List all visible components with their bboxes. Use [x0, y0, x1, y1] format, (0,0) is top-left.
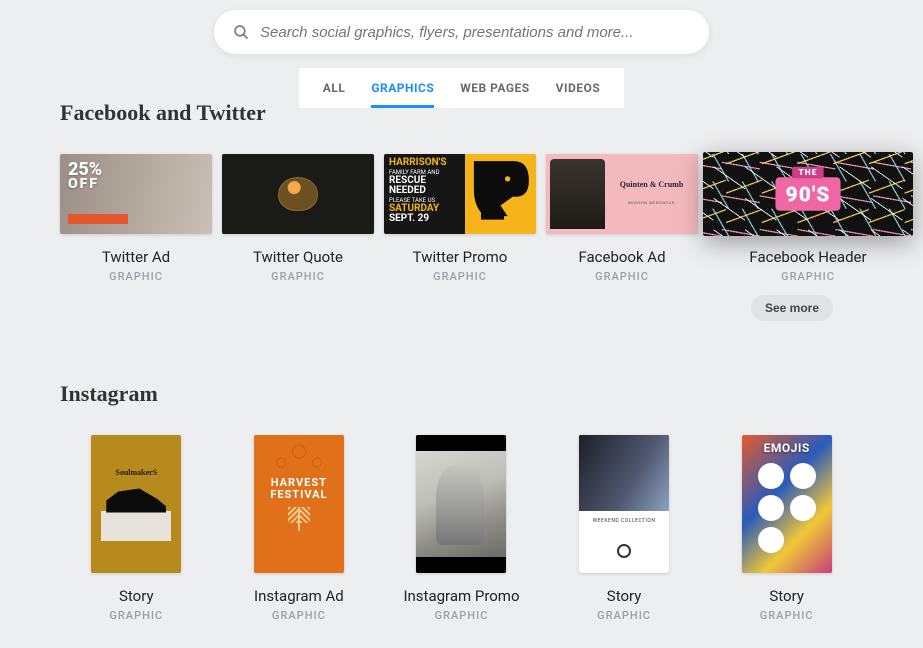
- template-thumbnail: WEEKEND COLLECTION: [579, 435, 669, 573]
- template-subtitle: GRAPHIC: [760, 609, 814, 622]
- see-more-button[interactable]: See more: [751, 295, 833, 321]
- tab-all[interactable]: ALL: [323, 68, 346, 108]
- template-card-facebook-header[interactable]: 90'S Facebook Header GRAPHIC: [708, 154, 908, 283]
- template-subtitle: GRAPHIC: [597, 609, 651, 622]
- template-subtitle: GRAPHIC: [435, 609, 489, 622]
- template-card-instagram-promo[interactable]: Instagram Promo GRAPHIC: [385, 435, 538, 622]
- template-thumbnail: [416, 435, 506, 573]
- template-card-twitter-quote[interactable]: Twitter Quote GRAPHIC: [222, 154, 374, 283]
- overlay-text: 25% OFF: [68, 162, 102, 191]
- template-title: Story: [769, 587, 804, 605]
- wolf-icon: [465, 154, 536, 225]
- template-subtitle: GRAPHIC: [272, 609, 326, 622]
- template-title: Story: [607, 587, 642, 605]
- tab-graphics[interactable]: GRAPHICS: [371, 68, 434, 108]
- template-title: Twitter Promo: [413, 248, 508, 266]
- template-title: Instagram Promo: [403, 587, 519, 605]
- template-subtitle: GRAPHIC: [109, 270, 163, 283]
- template-card-twitter-ad[interactable]: 25% OFF Twitter Ad GRAPHIC: [60, 154, 212, 283]
- template-subtitle: GRAPHIC: [433, 270, 487, 283]
- search-bar[interactable]: [214, 10, 709, 54]
- search-input[interactable]: [260, 24, 691, 41]
- template-card-ig-story-soulmakers[interactable]: SoulmakerS Story GRAPHIC: [60, 435, 213, 622]
- category-tabs: ALL GRAPHICS WEB PAGES VIDEOS: [299, 68, 624, 108]
- template-thumbnail: [222, 154, 374, 234]
- template-thumbnail: EMOJIS: [742, 435, 832, 573]
- template-title: Twitter Quote: [253, 248, 343, 266]
- template-subtitle: GRAPHIC: [109, 609, 163, 622]
- template-card-ig-story-collage[interactable]: WEEKEND COLLECTION Story GRAPHIC: [548, 435, 701, 622]
- template-card-facebook-ad[interactable]: Quinten & Crumb MODERN MENSWEAR Facebook…: [546, 154, 698, 283]
- overlay-badge: 90'S: [775, 177, 841, 211]
- template-title: Facebook Header: [749, 248, 866, 266]
- template-row-facebook-twitter: 25% OFF Twitter Ad GRAPHIC Twitter Quote…: [0, 154, 923, 283]
- template-title: Instagram Ad: [254, 587, 344, 605]
- template-thumbnail: 25% OFF: [60, 154, 212, 234]
- template-subtitle: GRAPHIC: [781, 270, 835, 283]
- template-title: Twitter Ad: [102, 248, 170, 266]
- template-card-instagram-ad[interactable]: HARVESTFESTIVAL Instagram Ad GRAPHIC: [223, 435, 376, 622]
- search-icon: [232, 23, 250, 41]
- tab-web-pages[interactable]: WEB PAGES: [460, 68, 529, 108]
- tab-videos[interactable]: VIDEOS: [556, 68, 601, 108]
- template-thumbnail: HARVESTFESTIVAL: [254, 435, 344, 573]
- template-title: Story: [119, 587, 154, 605]
- template-card-ig-story-emojis[interactable]: EMOJIS Story GRAPHIC: [710, 435, 863, 622]
- section-title-instagram: Instagram: [0, 381, 923, 407]
- template-thumbnail: SoulmakerS: [91, 435, 181, 573]
- template-subtitle: GRAPHIC: [595, 270, 649, 283]
- template-card-twitter-promo[interactable]: HARRISON'S FAMILY FARM AND RESCUE NEEDED…: [384, 154, 536, 283]
- template-thumbnail: Quinten & Crumb MODERN MENSWEAR: [546, 154, 698, 234]
- template-title: Facebook Ad: [578, 248, 665, 266]
- template-thumbnail: HARRISON'S FAMILY FARM AND RESCUE NEEDED…: [384, 154, 536, 234]
- template-row-instagram: SoulmakerS Story GRAPHIC HARVESTFESTIVAL…: [0, 435, 923, 622]
- template-thumbnail: 90'S: [703, 152, 913, 236]
- template-subtitle: GRAPHIC: [271, 270, 325, 283]
